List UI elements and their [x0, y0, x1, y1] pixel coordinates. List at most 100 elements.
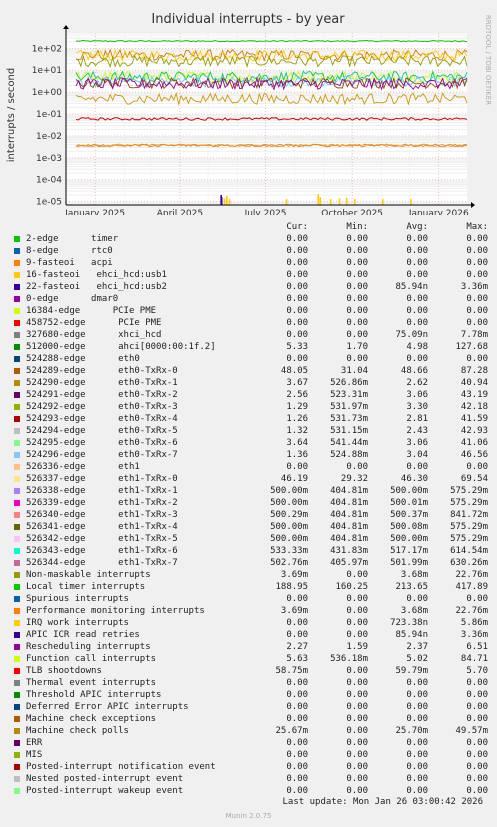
- legend-row: 526336-edge eth1 0.00 0.00 0.00 0.00: [12, 461, 492, 473]
- legend-label: 526343-edge eth1-TxRx-6: [26, 546, 178, 556]
- legend-label: 524293-edge eth0-TxRx-4: [26, 414, 178, 424]
- legend-max: 42.18: [460, 402, 488, 412]
- legend-max: 127.68: [455, 342, 488, 352]
- legend-max: 0.00: [466, 354, 488, 364]
- legend-label: 524290-edge eth0-TxRx-1: [26, 378, 178, 388]
- legend-row: Non-maskable interrupts 3.69m 0.00 3.68m 22.…: [12, 569, 492, 581]
- legend-row: 0-edge dmar0 0.00 0.00 0.00 0.00: [12, 293, 492, 305]
- chart-title: Individual interrupts - by year: [151, 12, 345, 27]
- y-tick-label: 1e+01: [32, 66, 62, 76]
- legend-row: Machine check exceptions 0.00 0.00 0.00 0.00: [12, 713, 492, 725]
- y-tick-label: 1e-03: [36, 154, 62, 164]
- legend-label: Posted-interrupt wakeup event: [26, 786, 184, 796]
- spike-bar: [329, 199, 332, 205]
- legend-max: 87.28: [460, 366, 488, 376]
- legend-row: 524296-edge eth0-TxRx-7 1.36 524.88m 3.04 46…: [12, 449, 492, 461]
- legend-label: 16384-edge PCIe PME: [26, 306, 157, 316]
- legend-label: 526344-edge eth1-TxRx-7: [26, 558, 178, 568]
- legend-label: Function call interrupts: [26, 654, 157, 664]
- legend-max: 575.29m: [450, 534, 488, 544]
- legend-max: 42.93: [460, 426, 488, 436]
- legend-swatch: [14, 332, 20, 338]
- legend-label: 327680-edge xhci_hcd: [26, 330, 162, 340]
- legend-swatch: [14, 548, 20, 554]
- y-tick-label: 1e+00: [32, 88, 63, 98]
- y-tick-label: 1e-05: [36, 198, 62, 208]
- spike-bar: [319, 197, 322, 205]
- legend-swatch: [14, 788, 20, 794]
- legend-row: Rescheduling interrupts 2.27 1.59 2.37 6.51: [12, 641, 492, 653]
- legend-max: 6.51: [466, 642, 488, 652]
- legend-max: 0.00: [466, 774, 488, 784]
- legend-row: 458752-edge PCIe PME 0.00 0.00 0.00 0.00: [12, 317, 492, 329]
- legend-label: Thermal event interrupts: [26, 678, 157, 688]
- legend-row: 524293-edge eth0-TxRx-4 1.26 531.73m 2.81 41…: [12, 413, 492, 425]
- legend-swatch: [14, 656, 20, 662]
- legend-max: 43.19: [460, 390, 488, 400]
- legend-swatch: [14, 632, 20, 638]
- legend-label: Threshold APIC interrupts: [26, 690, 162, 700]
- legend-row: 9-fasteoi acpi 0.00 0.00 0.00 0.00: [12, 257, 492, 269]
- legend-label: 526339-edge eth1-TxRx-2: [26, 498, 178, 508]
- legend-row: 524295-edge eth0-TxRx-6 3.64 541.44m 3.06 41…: [12, 437, 492, 449]
- legend-label: IRQ work interrupts: [26, 618, 129, 628]
- legend-max: 0.00: [466, 738, 488, 748]
- legend-label: Machine check polls: [26, 726, 129, 736]
- legend-label: 512000-edge ahci[0000:00:1f.2]: [26, 342, 216, 352]
- legend-max: 0.00: [466, 246, 488, 256]
- legend-max: 0.00: [466, 270, 488, 280]
- x-tick-label: January 2026: [408, 209, 469, 215]
- legend-label: 9-fasteoi acpi: [26, 258, 113, 268]
- legend-swatch: [14, 524, 20, 530]
- legend-swatch: [14, 452, 20, 458]
- legend-row: Performance monitoring interrupts 3.69m 0.…: [12, 605, 492, 617]
- legend-row: 524289-edge eth0-TxRx-0 48.05 31.04 48.66 87…: [12, 365, 492, 377]
- legend-label: 526338-edge eth1-TxRx-1: [26, 486, 178, 496]
- legend-label: 526342-edge eth1-TxRx-5: [26, 534, 178, 544]
- legend-swatch: [14, 284, 20, 290]
- legend-max: 575.29m: [450, 486, 488, 496]
- legend-label: Posted-interrupt notification event: [26, 762, 216, 772]
- spike-bar: [381, 199, 384, 205]
- legend-rows: 2-edge timer 0.00 0.00 0.00 0.00 8-edge rtc0 0…: [12, 233, 492, 797]
- legend-row: 526337-edge eth1-TxRx-0 46.19 29.32 46.30 69…: [12, 473, 492, 485]
- legend-swatch: [14, 764, 20, 770]
- legend-max: 22.76m: [455, 606, 488, 616]
- legend-row: Function call interrupts 5.63 536.18m 5.02 8…: [12, 653, 492, 665]
- legend-header: Cur: Min: Avg: Max:: [12, 221, 492, 233]
- legend-max: 7.78m: [460, 330, 488, 340]
- legend-swatch: [14, 776, 20, 782]
- legend-swatch: [14, 476, 20, 482]
- legend-swatch: [14, 404, 20, 410]
- legend-swatch: [14, 392, 20, 398]
- legend-max: 3.36m: [460, 282, 488, 292]
- legend-max: 41.59: [460, 414, 488, 424]
- legend-row: 512000-edge ahci[0000:00:1f.2] 5.33 1.70 4.…: [12, 341, 492, 353]
- legend-label: 524294-edge eth0-TxRx-5: [26, 426, 178, 436]
- spike-bar: [285, 199, 288, 205]
- legend-swatch: [14, 692, 20, 698]
- legend-max: 630.26m: [450, 558, 488, 568]
- legend-swatch: [14, 668, 20, 674]
- legend-label: 524295-edge eth0-TxRx-6: [26, 438, 178, 448]
- legend-max: 0.00: [466, 306, 488, 316]
- legend-swatch: [14, 560, 20, 566]
- legend-label: 0-edge dmar0: [26, 294, 119, 304]
- legend-max: 0.00: [466, 462, 488, 472]
- legend-swatch: [14, 716, 20, 722]
- legend-row: Local timer interrupts 188.95 160.25 213.65…: [12, 581, 492, 593]
- y-tick-label: 1e-02: [36, 132, 62, 142]
- legend-row: 524290-edge eth0-TxRx-1 3.67 526.86m 2.62 40…: [12, 377, 492, 389]
- legend-row: 16-fasteoi ehci_hcd:usb1 0.00 0.00 0.00 0.00: [12, 269, 492, 281]
- legend-label: 524289-edge eth0-TxRx-0: [26, 366, 178, 376]
- spike-bar: [338, 198, 341, 205]
- legend-swatch: [14, 272, 20, 278]
- legend-swatch: [14, 356, 20, 362]
- legend-label: 524296-edge eth0-TxRx-7: [26, 450, 178, 460]
- x-tick-label: July 2025: [244, 209, 287, 215]
- legend-row: 16384-edge PCIe PME 0.00 0.00 0.00 0.00: [12, 305, 492, 317]
- legend-swatch: [14, 572, 20, 578]
- legend-row: 526338-edge eth1-TxRx-1 500.00m 404.81m 500…: [12, 485, 492, 497]
- legend-label: 524291-edge eth0-TxRx-2: [26, 390, 178, 400]
- legend-max: 84.71: [460, 654, 488, 664]
